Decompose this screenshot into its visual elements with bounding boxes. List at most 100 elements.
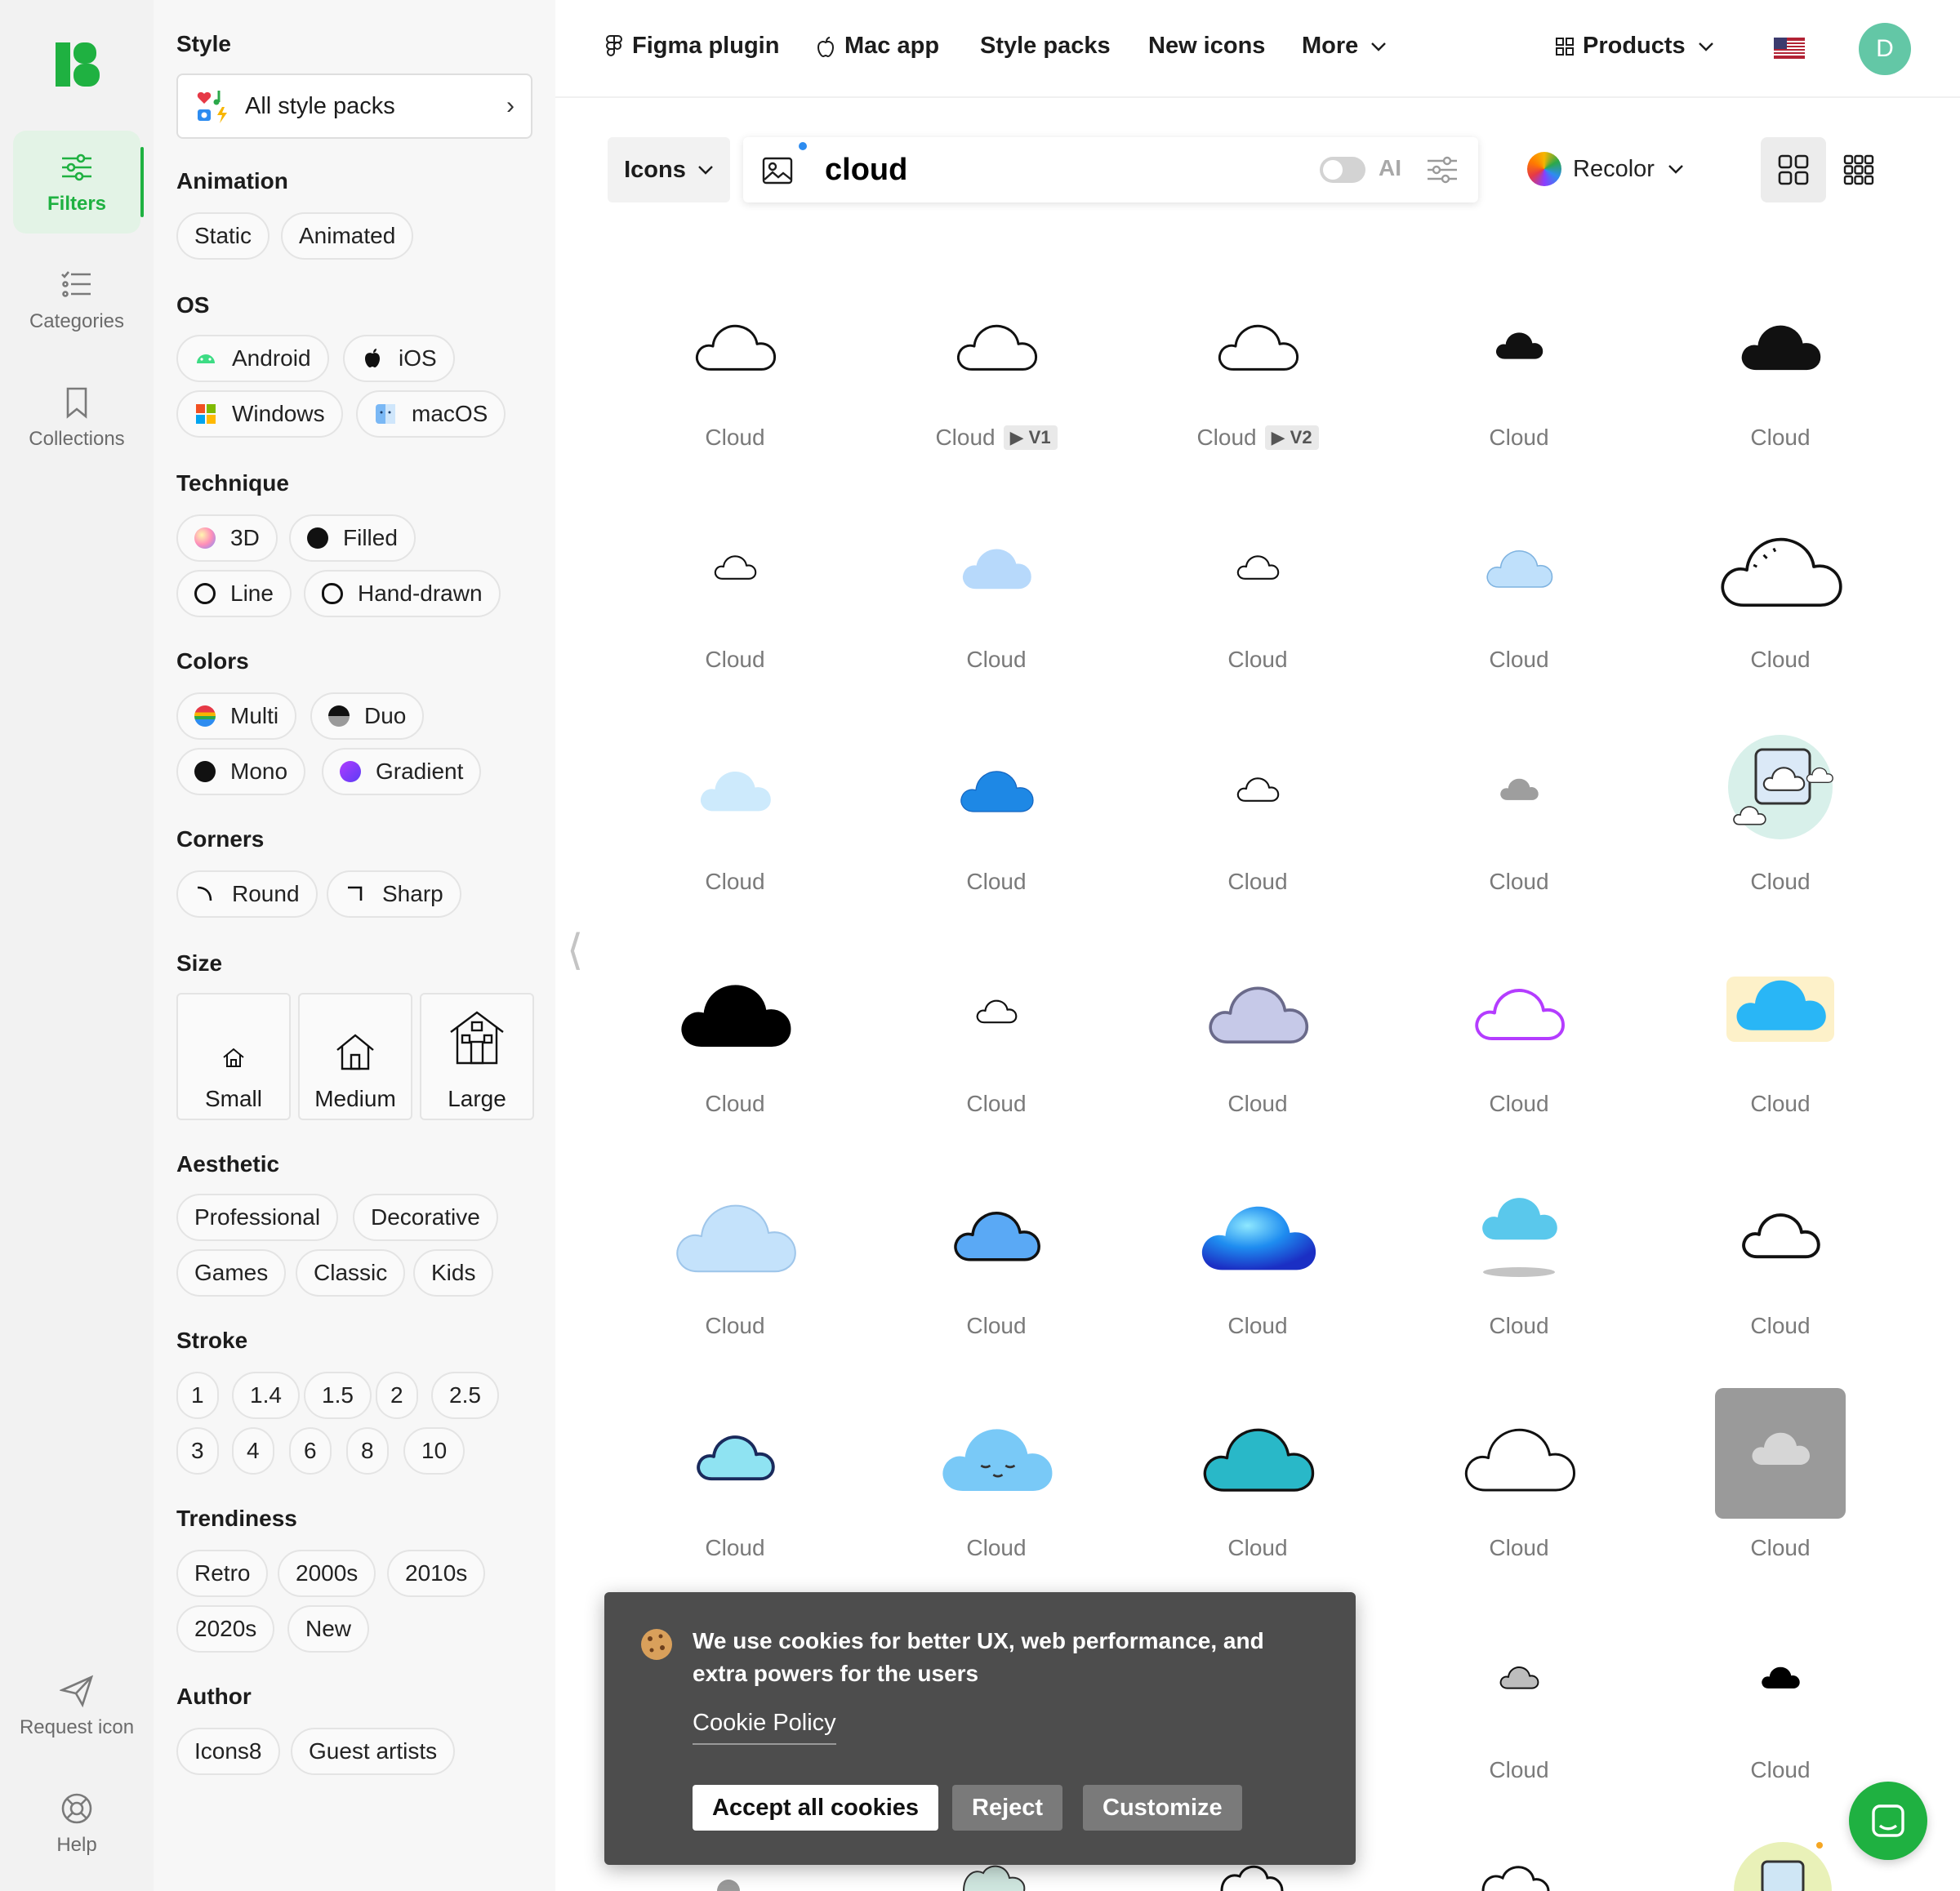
recolor-dropdown[interactable]: Recolor — [1527, 152, 1684, 186]
nav-products[interactable]: Products — [1555, 33, 1723, 60]
icon-result-card[interactable]: Cloud — [1650, 278, 1911, 500]
icon-result-card[interactable]: Cloud — [866, 722, 1127, 944]
filter-chip-gradient[interactable]: Gradient — [322, 748, 482, 795]
icon-result-card[interactable]: Cloud — [1388, 500, 1650, 722]
icon-result-card[interactable]: Cloud — [1127, 500, 1388, 722]
filter-chip-macos[interactable]: macOS — [356, 390, 506, 438]
filter-chip-hand-drawn[interactable]: Hand-drawn — [304, 570, 501, 617]
filter-chip-duo[interactable]: Duo — [310, 692, 425, 740]
cloud-icon-partial[interactable] — [1477, 1863, 1558, 1891]
icon-result-card[interactable]: Cloud — [1650, 1388, 1911, 1610]
chat-button[interactable] — [1849, 1782, 1927, 1860]
nav-style-packs[interactable]: Style packs — [980, 33, 1111, 60]
filter-chip-round[interactable]: Round — [176, 870, 318, 918]
icon-result-card[interactable]: Cloud — [1388, 1166, 1650, 1388]
filter-chip-icons8[interactable]: Icons8 — [176, 1728, 280, 1775]
stroke-chip-4[interactable]: 4 — [232, 1427, 274, 1475]
cloud-icon-partial[interactable] — [1212, 1863, 1294, 1891]
reject-cookies-button[interactable]: Reject — [952, 1785, 1063, 1831]
icon-result-card[interactable]: Cloud — [1388, 1388, 1650, 1610]
filter-chip-android[interactable]: Android — [176, 335, 329, 382]
icon-result-card[interactable]: Cloud ▶ V2 — [1127, 278, 1388, 500]
filter-chip-guest-artists[interactable]: Guest artists — [291, 1728, 456, 1775]
us-flag-icon[interactable] — [1774, 38, 1805, 59]
rail-item-collections[interactable]: Collections — [13, 366, 140, 469]
filter-chip-2020s[interactable]: 2020s — [176, 1605, 275, 1653]
filter-chip-sharp[interactable]: Sharp — [327, 870, 461, 918]
filter-chip-windows[interactable]: Windows — [176, 390, 343, 438]
icon-result-card[interactable]: Cloud — [604, 1388, 866, 1610]
large-grid-view-button[interactable] — [1761, 137, 1826, 202]
icon-result-card[interactable]: Cloud — [604, 500, 866, 722]
size-option-medium[interactable]: Medium — [298, 993, 412, 1120]
icon-result-card[interactable]: Cloud — [1127, 722, 1388, 944]
filter-chip-filled[interactable]: Filled — [289, 514, 416, 562]
filter-chip-new[interactable]: New — [287, 1605, 370, 1653]
filter-chip-kids[interactable]: Kids — [413, 1249, 494, 1297]
stroke-chip-3[interactable]: 3 — [176, 1427, 219, 1475]
nav-new-icons[interactable]: New icons — [1148, 33, 1265, 60]
style-pack-selector[interactable]: All style packs › — [176, 73, 532, 139]
icon-result-card[interactable]: Cloud — [1650, 1166, 1911, 1388]
user-avatar[interactable]: D — [1859, 23, 1911, 75]
icon-result-card[interactable]: Cloud — [866, 944, 1127, 1166]
filter-chip-retro[interactable]: Retro — [176, 1550, 269, 1597]
filter-chip-animated[interactable]: Animated — [281, 212, 414, 260]
icon-result-card[interactable]: Cloud — [1650, 500, 1911, 722]
icon-result-card[interactable]: Cloud — [866, 1166, 1127, 1388]
nav-more[interactable]: More — [1302, 33, 1396, 60]
stroke-chip-2[interactable]: 2 — [376, 1372, 418, 1419]
customize-cookies-button[interactable]: Customize — [1083, 1785, 1242, 1831]
size-option-small[interactable]: Small — [176, 993, 291, 1120]
nav-mac-app[interactable]: Mac app — [815, 33, 939, 60]
collapse-panel-handle[interactable]: ⟨ — [567, 926, 583, 975]
filter-chip-mono[interactable]: Mono — [176, 748, 306, 795]
stroke-chip-8[interactable]: 8 — [346, 1427, 389, 1475]
icon-result-card[interactable]: Cloud — [604, 722, 866, 944]
icon-result-card[interactable]: Cloud — [1127, 1388, 1388, 1610]
icon-result-card[interactable]: Cloud — [1127, 944, 1388, 1166]
search-input[interactable] — [825, 149, 1250, 191]
cloud-icon-partial[interactable] — [1730, 1837, 1836, 1891]
filter-chip-line[interactable]: Line — [176, 570, 292, 617]
stroke-chip-1[interactable]: 1 — [176, 1372, 219, 1419]
icon-result-card[interactable]: Cloud — [1388, 722, 1650, 944]
filter-chip-ios[interactable]: iOS — [343, 335, 455, 382]
icon-result-card[interactable]: Cloud — [1388, 278, 1650, 500]
small-grid-view-button[interactable] — [1826, 137, 1891, 202]
filter-chip-static[interactable]: Static — [176, 212, 270, 260]
stroke-chip-10[interactable]: 10 — [403, 1427, 466, 1475]
stroke-chip-1-5[interactable]: 1.5 — [304, 1372, 372, 1419]
stroke-chip-2-5[interactable]: 2.5 — [431, 1372, 499, 1419]
filter-settings-icon[interactable] — [1426, 154, 1459, 186]
rail-item-categories[interactable]: Categories — [13, 248, 140, 351]
stroke-chip-1-4[interactable]: 1.4 — [232, 1372, 300, 1419]
icon-result-card[interactable]: Cloud — [1650, 944, 1911, 1166]
icon-result-card[interactable]: Cloud — [1650, 722, 1911, 944]
icons8-logo[interactable] — [56, 42, 100, 87]
size-option-large[interactable]: Large — [420, 993, 534, 1120]
filter-chip-decorative[interactable]: Decorative — [353, 1194, 498, 1241]
filter-chip-classic[interactable]: Classic — [296, 1249, 406, 1297]
ai-toggle[interactable] — [1320, 157, 1365, 183]
filter-chip-games[interactable]: Games — [176, 1249, 287, 1297]
rail-item-request-icon[interactable]: Request icon — [13, 1654, 140, 1757]
icon-result-card[interactable]: Cloud — [604, 944, 866, 1166]
filter-chip-professional[interactable]: Professional — [176, 1194, 339, 1241]
icon-result-card[interactable]: Cloud — [866, 1388, 1127, 1610]
filter-chip-2000s[interactable]: 2000s — [278, 1550, 376, 1597]
cloud-icon-partial[interactable] — [956, 1862, 1037, 1891]
filter-chip-2010s[interactable]: 2010s — [387, 1550, 486, 1597]
filter-chip-multi[interactable]: Multi — [176, 692, 297, 740]
icon-result-card[interactable]: Cloud ▶ V1 — [866, 278, 1127, 500]
icon-result-card[interactable]: Cloud — [604, 1166, 866, 1388]
icon-result-card[interactable]: Cloud — [604, 278, 866, 500]
cookie-policy-link[interactable]: Cookie Policy — [693, 1710, 836, 1745]
cloud-icon-partial[interactable] — [702, 1867, 768, 1891]
filter-chip-3d[interactable]: 3D — [176, 514, 278, 562]
nav-figma-plugin[interactable]: Figma plugin — [604, 33, 779, 60]
image-search-icon[interactable] — [761, 154, 794, 186]
icon-result-card[interactable]: Cloud — [1388, 944, 1650, 1166]
stroke-chip-6[interactable]: 6 — [289, 1427, 332, 1475]
icon-result-card[interactable]: Cloud — [1127, 1166, 1388, 1388]
